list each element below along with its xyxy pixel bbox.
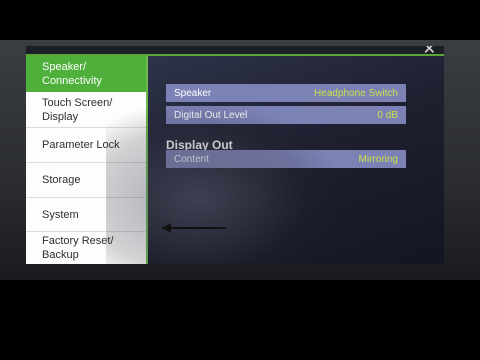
setting-row-speaker[interactable]: Speaker Headphone Switch [166, 84, 406, 102]
device-screen: ✕ Speaker/ Connectivity Touch Screen/ Di… [26, 46, 444, 264]
sidebar-item-parameter-lock[interactable]: Parameter Lock [26, 128, 146, 163]
setting-label: Content [174, 153, 210, 165]
sidebar-item-label: Connectivity [42, 75, 102, 87]
setting-value: Mirroring [358, 153, 398, 165]
sidebar-item-label: System [42, 208, 79, 221]
sidebar-item-speaker-connectivity[interactable]: Speaker/ Connectivity [26, 56, 146, 92]
sidebar-item-factory-reset-backup[interactable]: Factory Reset/ Backup [26, 232, 146, 264]
sidebar-item-touch-screen-display[interactable]: Touch Screen/ Display [26, 92, 146, 128]
settings-panel: Speaker Headphone Switch Digital Out Lev… [148, 56, 444, 264]
pointer-arrow-icon [162, 227, 226, 229]
setting-value: 0 dB [377, 109, 398, 121]
sidebar-item-system[interactable]: System [26, 198, 146, 232]
setting-row-content[interactable]: Content Mirroring [166, 150, 406, 168]
sidebar-item-label: Storage [42, 174, 81, 186]
sidebar: Speaker/ Connectivity Touch Screen/ Disp… [26, 56, 146, 264]
setting-value: Headphone Switch [314, 87, 398, 99]
setting-label: Digital Out Level [174, 109, 248, 121]
sidebar-item-label: Speaker/ [42, 61, 87, 73]
sidebar-item-label: Display [42, 110, 79, 123]
sidebar-item-label: Parameter Lock [42, 139, 120, 151]
setting-label: Speaker [174, 87, 212, 99]
sidebar-item-label: Backup [42, 249, 79, 261]
setting-row-digital-out-level[interactable]: Digital Out Level 0 dB [166, 106, 406, 124]
sidebar-item-label: Touch Screen/ [42, 96, 113, 109]
sidebar-item-label: Factory Reset/ [42, 235, 114, 247]
sidebar-item-storage[interactable]: Storage [26, 163, 146, 198]
